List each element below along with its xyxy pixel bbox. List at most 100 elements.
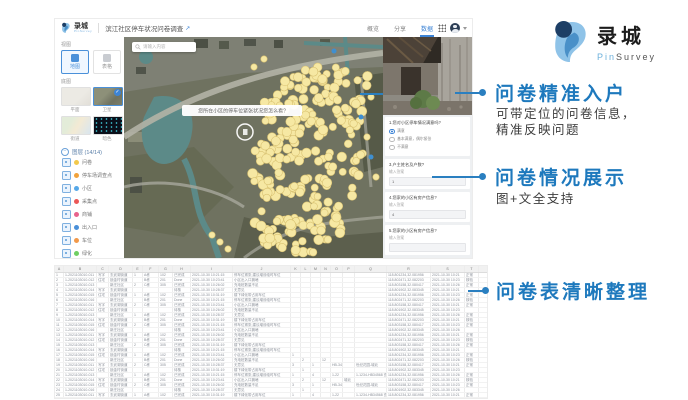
layer-item[interactable]: 绿化 — [62, 249, 124, 258]
basemap-街道[interactable]: 街道 — [61, 116, 89, 142]
survey-marker[interactable] — [294, 84, 302, 92]
survey-marker[interactable] — [256, 221, 266, 231]
nav-item-分享[interactable]: 分享 — [393, 20, 407, 37]
survey-marker[interactable] — [273, 218, 281, 226]
survey-marker[interactable] — [339, 168, 346, 175]
survey-marker[interactable] — [292, 148, 300, 156]
survey-marker[interactable] — [332, 106, 341, 115]
answer-input[interactable]: 4 — [389, 210, 466, 219]
survey-marker[interactable] — [335, 202, 343, 210]
survey-marker[interactable] — [282, 127, 291, 136]
radio-option[interactable]: 基本满意，偶尔紧张 — [389, 137, 466, 143]
survey-marker[interactable] — [302, 148, 312, 158]
survey-marker[interactable] — [314, 235, 324, 245]
survey-marker[interactable] — [325, 153, 333, 161]
survey-marker[interactable] — [324, 198, 332, 206]
survey-marker[interactable] — [318, 74, 327, 83]
survey-marker[interactable] — [291, 182, 299, 190]
survey-marker[interactable] — [276, 185, 284, 193]
avatar[interactable] — [450, 23, 460, 33]
survey-marker[interactable] — [280, 77, 289, 86]
survey-marker[interactable] — [251, 147, 259, 155]
survey-marker[interactable] — [337, 152, 347, 162]
survey-spreadsheet[interactable]: ABCDEFGHIJKLMNOPQRST11-2021103010-011写字玄… — [55, 266, 487, 398]
survey-marker[interactable] — [209, 232, 215, 238]
survey-marker[interactable] — [295, 156, 304, 165]
survey-marker[interactable] — [289, 135, 298, 144]
layer-item[interactable]: 商铺 — [62, 210, 124, 219]
radio-option[interactable]: 满意 — [389, 129, 466, 135]
apps-grid-icon[interactable] — [438, 24, 446, 32]
survey-marker[interactable] — [217, 239, 223, 245]
survey-marker[interactable] — [263, 194, 270, 201]
survey-marker[interactable] — [349, 184, 357, 192]
survey-marker[interactable] — [321, 209, 328, 216]
survey-marker[interactable] — [291, 246, 300, 255]
satellite-map[interactable]: 您所在小区的停车位紧张状况您怎么看? 请输入内容 — [124, 37, 383, 258]
survey-marker[interactable] — [310, 85, 319, 94]
survey-marker[interactable] — [330, 83, 339, 92]
survey-marker[interactable] — [311, 184, 318, 191]
survey-marker[interactable] — [333, 96, 341, 104]
basemap-暗色[interactable]: 暗色 — [93, 116, 121, 142]
survey-marker[interactable] — [301, 66, 309, 74]
survey-marker[interactable] — [264, 177, 272, 185]
survey-marker[interactable] — [329, 163, 337, 171]
layer-item[interactable]: 小区 — [62, 184, 124, 193]
survey-marker[interactable] — [262, 117, 269, 124]
answer-input[interactable]: 1 — [389, 177, 466, 186]
radio-icon[interactable] — [389, 145, 395, 151]
survey-marker[interactable] — [329, 123, 336, 130]
survey-marker[interactable] — [251, 178, 258, 185]
survey-marker[interactable] — [278, 243, 286, 251]
survey-marker[interactable] — [286, 220, 296, 230]
survey-marker[interactable] — [314, 157, 322, 165]
survey-marker[interactable] — [363, 71, 373, 81]
survey-marker[interactable] — [283, 144, 292, 153]
survey-marker[interactable] — [248, 169, 258, 179]
layers-section-header[interactable]: − 图层 (14/14) — [61, 148, 124, 156]
survey-marker[interactable] — [373, 174, 379, 180]
layer-item[interactable]: 停车场调查点 — [62, 171, 124, 180]
survey-marker[interactable] — [341, 67, 349, 75]
survey-marker[interactable] — [342, 79, 350, 87]
survey-marker[interactable] — [309, 67, 318, 76]
survey-marker[interactable] — [332, 213, 341, 222]
radio-option[interactable]: 不满意 — [389, 145, 466, 151]
nav-item-概览[interactable]: 概览 — [366, 20, 380, 37]
survey-marker[interactable] — [261, 56, 267, 62]
external-link-icon[interactable]: ↗ — [185, 25, 190, 32]
survey-marker[interactable] — [283, 156, 291, 164]
table-row[interactable]: 251-2021103010-011写字玄武湖街道1A栋102已完成2021-1… — [55, 393, 487, 398]
survey-marker[interactable] — [344, 140, 352, 148]
survey-marker[interactable] — [275, 169, 283, 177]
survey-marker[interactable] — [262, 154, 272, 164]
survey-marker[interactable] — [301, 175, 310, 184]
nav-item-数据[interactable]: 数据 — [420, 20, 434, 37]
survey-marker[interactable] — [346, 126, 353, 133]
survey-marker[interactable] — [337, 116, 345, 124]
radio-icon[interactable] — [389, 129, 395, 135]
basemap-卫星[interactable]: ✓卫星 — [93, 87, 121, 113]
survey-marker[interactable] — [357, 151, 365, 159]
survey-marker[interactable] — [271, 137, 280, 146]
survey-marker[interactable] — [352, 99, 361, 108]
survey-marker[interactable] — [341, 104, 349, 112]
survey-marker[interactable] — [311, 147, 320, 156]
survey-marker[interactable] — [225, 246, 231, 252]
survey-marker[interactable] — [324, 236, 331, 243]
layer-item[interactable]: 采集点 — [62, 197, 124, 206]
layer-item[interactable]: 问卷 — [62, 158, 124, 167]
survey-marker[interactable] — [299, 221, 308, 230]
survey-marker[interactable] — [362, 81, 371, 90]
survey-marker[interactable] — [332, 64, 339, 71]
survey-marker[interactable] — [322, 178, 331, 187]
survey-marker[interactable] — [309, 111, 316, 118]
survey-marker[interactable] — [302, 111, 310, 119]
survey-photo[interactable] — [383, 37, 472, 115]
survey-marker[interactable] — [364, 134, 370, 140]
survey-marker[interactable] — [302, 78, 311, 87]
basemap-平面[interactable]: 平面 — [61, 87, 89, 113]
survey-marker[interactable] — [313, 214, 323, 224]
mode-card-表格[interactable]: 表格 — [93, 50, 121, 74]
